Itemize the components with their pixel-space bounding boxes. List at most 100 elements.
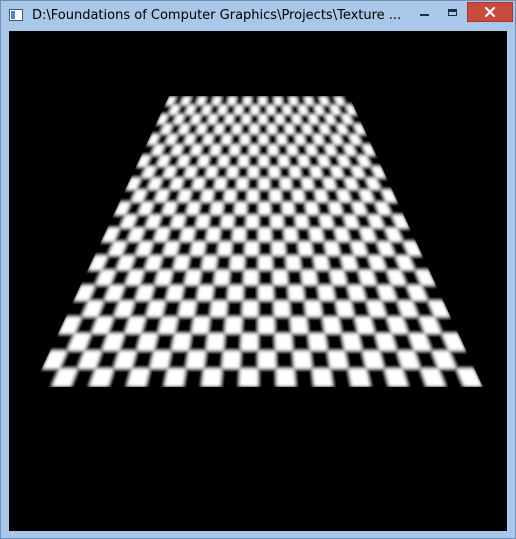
texture-cell (271, 241, 286, 256)
texture-cell (241, 316, 259, 334)
texture-cell (235, 96, 244, 106)
texture-cell (282, 105, 292, 115)
texture-cell (276, 368, 296, 387)
texture-cell (221, 350, 241, 369)
texture-cell (223, 189, 237, 203)
texture-cell (287, 285, 305, 301)
texture-cell (269, 189, 282, 203)
texture-cell (213, 270, 230, 286)
texture-cell (171, 333, 192, 351)
texture-cell (271, 227, 285, 242)
texture-cell (304, 300, 323, 317)
texture-cell (284, 124, 295, 135)
texture-cell (294, 214, 309, 228)
texture-cell (241, 114, 251, 125)
texture-cell (245, 214, 259, 228)
texture-cell (299, 166, 313, 178)
texture-cell (308, 333, 328, 351)
maximize-icon (447, 8, 457, 16)
texture-cell (268, 166, 281, 178)
texture-cell (269, 177, 281, 190)
texture-cell (227, 285, 244, 301)
texture-cell (302, 285, 320, 301)
texture-cell (215, 255, 232, 271)
app-window: D:\Foundations of Computer Graphics\Proj… (0, 0, 516, 539)
texture-cell (267, 124, 277, 135)
texture-cell (188, 333, 209, 351)
texture-cell (281, 202, 295, 215)
texture-cell (283, 114, 294, 125)
texture-cell (235, 189, 248, 203)
texture-cell (258, 124, 268, 135)
texture-cell (239, 368, 259, 387)
texture-cell (214, 177, 227, 190)
texture-cell (240, 134, 250, 145)
texture-cell (270, 202, 283, 215)
texture-cell (315, 270, 333, 286)
texture-cell (275, 350, 295, 369)
texture-cell (219, 227, 234, 242)
texture-cell (258, 285, 274, 301)
texture-cell (233, 214, 247, 228)
texture-cell (229, 144, 241, 156)
texture-cell (273, 285, 290, 301)
texture-cell (178, 300, 197, 317)
texture-cell (290, 316, 309, 334)
texture-cell (231, 241, 246, 256)
texture-cell (226, 166, 239, 178)
texture-cell (288, 155, 300, 167)
texture-cell (273, 300, 291, 317)
minimize-button[interactable] (411, 2, 437, 22)
texture-cell (258, 114, 268, 125)
texture-cell (248, 155, 259, 167)
texture-cell (251, 96, 259, 106)
texture-cell (224, 316, 243, 334)
texture-cell (164, 368, 186, 387)
texture-cell (210, 202, 224, 215)
texture-cell (228, 155, 240, 167)
texture-cell (289, 166, 302, 178)
texture-cell (266, 96, 275, 106)
texture-cell (279, 166, 291, 178)
close-button[interactable] (467, 2, 513, 22)
opengl-viewport[interactable] (9, 31, 507, 531)
texture-cell (205, 227, 221, 242)
texture-cell (201, 368, 222, 387)
texture-cell (297, 241, 314, 256)
texture-cell (308, 227, 325, 242)
texture-cell (217, 155, 230, 167)
texture-cell (237, 166, 249, 178)
texture-cell (272, 255, 287, 271)
maximize-button[interactable] (439, 2, 465, 22)
window-title: D:\Foundations of Computer Graphics\Proj… (32, 8, 402, 23)
texture-cell (240, 333, 259, 351)
texture-cell (319, 300, 339, 317)
texture-cell (286, 144, 298, 156)
texture-cell (306, 214, 322, 228)
texture-cell (258, 350, 277, 369)
texture-cell (305, 202, 320, 215)
texture-cell (258, 105, 268, 115)
texture-cell (266, 105, 276, 115)
texture-cell (224, 114, 235, 125)
texture-cell (270, 214, 284, 228)
texture-cell (274, 96, 283, 106)
console-window-icon[interactable] (9, 9, 23, 21)
texture-cell (201, 255, 218, 271)
texture-cell (258, 227, 272, 242)
texture-cell (301, 270, 318, 286)
texture-cell (229, 255, 245, 271)
texture-cell (250, 105, 259, 115)
minimize-icon (419, 14, 429, 16)
texture-cell (258, 300, 275, 317)
title-bar[interactable]: D:\Foundations of Computer Graphics\Proj… (1, 1, 515, 31)
texture-cell (190, 241, 206, 256)
texture-cell (226, 300, 243, 317)
texture-cell (240, 350, 259, 369)
texture-cell (258, 155, 269, 167)
texture-cell (208, 214, 223, 228)
texture-cell (234, 202, 248, 215)
texture-cell (242, 285, 259, 301)
texture-cell (231, 124, 242, 135)
texture-cell (244, 241, 259, 256)
